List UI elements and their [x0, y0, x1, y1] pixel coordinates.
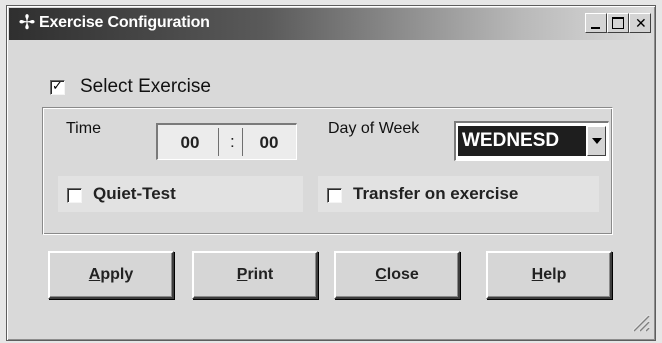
help-button[interactable]: Help [486, 251, 612, 299]
transfer-on-exercise-checkbox[interactable] [327, 188, 342, 203]
time-divider [218, 128, 219, 156]
chevron-down-icon[interactable] [587, 126, 606, 156]
close-icon: ✕ [635, 15, 647, 31]
window-title: Exercise Configuration [39, 14, 210, 31]
time-separator: : [230, 132, 235, 151]
maximize-button[interactable] [607, 13, 629, 33]
time-hours-field[interactable]: 00 [166, 133, 214, 153]
print-label: rint [247, 266, 274, 283]
title-bar[interactable]: ✢ Exercise Configuration ✕ [9, 8, 651, 40]
apply-accelerator: A [88, 266, 101, 283]
compass-star-icon: ✢ [18, 12, 36, 34]
apply-button[interactable]: Apply [48, 251, 174, 299]
help-label: elp [543, 266, 567, 283]
checkmark-icon: ✓ [52, 78, 63, 93]
close-window-button[interactable]: ✕ [629, 13, 651, 33]
transfer-on-exercise-option[interactable]: Transfer on exercise [318, 176, 599, 212]
apply-label: pply [100, 266, 134, 283]
day-of-week-value[interactable]: WEDNESD [458, 126, 586, 156]
time-minutes-field[interactable]: 00 [246, 133, 292, 153]
close-button[interactable]: Close [334, 251, 460, 299]
minimize-button[interactable] [585, 13, 607, 33]
time-label: Time [66, 120, 101, 137]
day-of-week-dropdown[interactable]: WEDNESD [454, 121, 609, 161]
close-accelerator: C [375, 266, 387, 283]
select-exercise-checkbox[interactable]: ✓ [50, 78, 65, 95]
print-accelerator: P [236, 266, 248, 283]
help-accelerator: H [531, 266, 544, 283]
day-of-week-label: Day of Week [328, 120, 420, 137]
quiet-test-checkbox[interactable] [67, 188, 82, 203]
close-label: lose [386, 266, 419, 283]
resize-grip-icon[interactable] [628, 310, 650, 332]
quiet-test-option[interactable]: Quiet-Test [58, 176, 303, 212]
time-picker[interactable]: 00 : 00 [156, 123, 297, 160]
select-exercise-label: Select Exercise [80, 76, 211, 97]
quiet-test-label: Quiet-Test [93, 184, 176, 203]
print-button[interactable]: Print [192, 251, 318, 299]
time-divider [242, 128, 243, 156]
transfer-on-exercise-label: Transfer on exercise [353, 184, 519, 203]
